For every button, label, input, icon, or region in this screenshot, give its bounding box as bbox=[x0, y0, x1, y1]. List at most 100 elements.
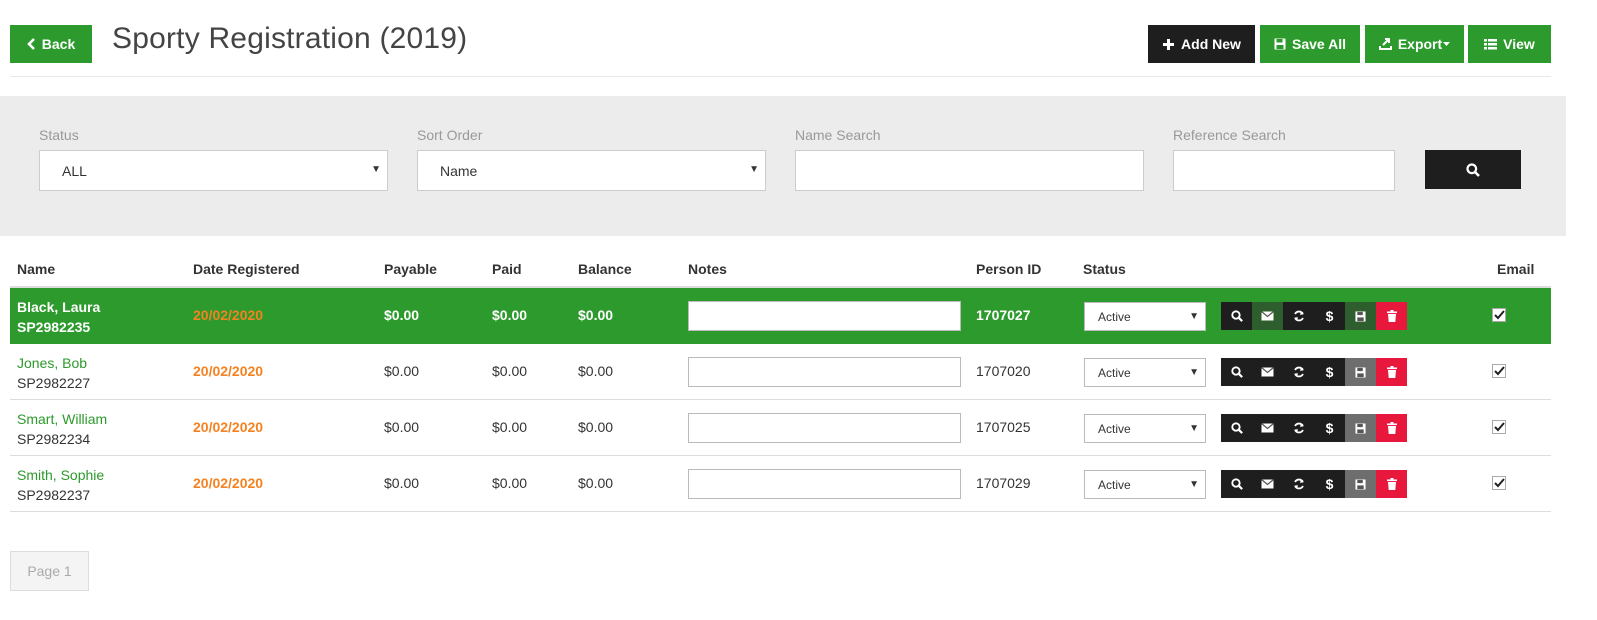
refresh-button[interactable] bbox=[1283, 358, 1314, 386]
payment-button[interactable]: $ bbox=[1314, 414, 1345, 442]
email-checkbox[interactable] bbox=[1492, 308, 1506, 322]
search-icon bbox=[1466, 162, 1480, 177]
notes-input[interactable] bbox=[688, 301, 961, 331]
status-value: Active bbox=[1098, 365, 1131, 380]
notes-input[interactable] bbox=[688, 413, 961, 443]
sort-order-select[interactable]: Name ▼ bbox=[417, 150, 766, 191]
view-record-button[interactable] bbox=[1221, 414, 1252, 442]
name-cell: Smith, Sophie SP2982237 bbox=[17, 465, 104, 505]
export-dropdown-button[interactable]: Export bbox=[1365, 25, 1464, 63]
save-icon bbox=[1355, 478, 1366, 490]
balance-amount: $0.00 bbox=[578, 475, 614, 491]
refresh-button[interactable] bbox=[1283, 414, 1314, 442]
view-record-button[interactable] bbox=[1221, 302, 1252, 330]
search-icon bbox=[1230, 310, 1243, 322]
pagination-page-1[interactable]: Page 1 bbox=[10, 551, 89, 591]
chevron-left-icon bbox=[26, 38, 35, 50]
refresh-button[interactable] bbox=[1283, 470, 1314, 498]
save-row-button[interactable] bbox=[1345, 414, 1376, 442]
checkmark-icon bbox=[1493, 366, 1505, 376]
person-id: 1707027 bbox=[976, 307, 1031, 323]
status-filter-select[interactable]: ALL ▼ bbox=[39, 150, 388, 191]
save-row-button[interactable] bbox=[1345, 470, 1376, 498]
checkmark-icon bbox=[1493, 478, 1505, 488]
delete-row-button[interactable] bbox=[1376, 470, 1407, 498]
notes-input[interactable] bbox=[688, 357, 961, 387]
name-cell: Black, Laura SP2982235 bbox=[17, 297, 100, 337]
dollar-icon: $ bbox=[1325, 420, 1334, 436]
status-select[interactable]: Active ▼ bbox=[1084, 414, 1206, 443]
dollar-icon: $ bbox=[1325, 308, 1334, 324]
date-registered: 20/02/2020 bbox=[193, 307, 264, 323]
payable-amount: $0.00 bbox=[384, 475, 420, 491]
add-new-button[interactable]: Add New bbox=[1148, 25, 1255, 63]
payment-button[interactable]: $ bbox=[1314, 302, 1345, 330]
view-record-button[interactable] bbox=[1221, 470, 1252, 498]
export-icon bbox=[1378, 38, 1392, 50]
send-email-button[interactable] bbox=[1252, 358, 1283, 386]
search-button[interactable] bbox=[1425, 150, 1521, 189]
person-name-link[interactable]: Smith, Sophie bbox=[17, 465, 104, 485]
row-actions: $ bbox=[1221, 358, 1407, 386]
status-select[interactable]: Active ▼ bbox=[1084, 470, 1206, 499]
trash-icon bbox=[1386, 422, 1397, 434]
save-all-button[interactable]: Save All bbox=[1260, 25, 1360, 63]
column-header-status: Status bbox=[1083, 261, 1126, 277]
table-row[interactable]: Black, Laura SP2982235 20/02/2020 $0.00 … bbox=[10, 288, 1551, 344]
list-icon bbox=[1484, 39, 1498, 50]
status-value: Active bbox=[1098, 309, 1131, 324]
caret-down-icon: ▼ bbox=[1189, 479, 1199, 490]
status-select[interactable]: Active ▼ bbox=[1084, 302, 1206, 331]
status-value: Active bbox=[1098, 477, 1131, 492]
envelope-icon bbox=[1261, 367, 1274, 377]
person-id: 1707025 bbox=[976, 419, 1031, 435]
person-name-link[interactable]: Smart, William bbox=[17, 409, 107, 429]
reference-search-input[interactable] bbox=[1173, 150, 1395, 191]
email-checkbox[interactable] bbox=[1492, 364, 1506, 378]
delete-row-button[interactable] bbox=[1376, 414, 1407, 442]
payment-button[interactable]: $ bbox=[1314, 470, 1345, 498]
delete-row-button[interactable] bbox=[1376, 302, 1407, 330]
pagination-label: Page 1 bbox=[27, 563, 72, 579]
table-row[interactable]: Smart, William SP2982234 20/02/2020 $0.0… bbox=[10, 400, 1551, 456]
envelope-icon bbox=[1261, 311, 1274, 321]
back-button[interactable]: Back bbox=[10, 25, 92, 63]
refresh-button[interactable] bbox=[1283, 302, 1314, 330]
send-email-button[interactable] bbox=[1252, 302, 1283, 330]
plus-icon bbox=[1163, 38, 1175, 50]
refresh-icon bbox=[1293, 422, 1304, 434]
view-record-button[interactable] bbox=[1221, 358, 1252, 386]
trash-icon bbox=[1386, 310, 1397, 322]
table-row[interactable]: Jones, Bob SP2982227 20/02/2020 $0.00 $0… bbox=[10, 344, 1551, 400]
view-button[interactable]: View bbox=[1468, 25, 1551, 63]
add-new-label: Add New bbox=[1181, 36, 1241, 52]
save-row-button[interactable] bbox=[1345, 302, 1376, 330]
refresh-icon bbox=[1293, 310, 1304, 322]
payment-button[interactable]: $ bbox=[1314, 358, 1345, 386]
envelope-icon bbox=[1261, 479, 1274, 489]
send-email-button[interactable] bbox=[1252, 470, 1283, 498]
table-row[interactable]: Smith, Sophie SP2982237 20/02/2020 $0.00… bbox=[10, 456, 1551, 512]
refresh-icon bbox=[1293, 366, 1304, 378]
delete-row-button[interactable] bbox=[1376, 358, 1407, 386]
reference-number: SP2982235 bbox=[17, 319, 91, 335]
notes-input[interactable] bbox=[688, 469, 961, 499]
balance-amount: $0.00 bbox=[578, 363, 614, 379]
email-checkbox[interactable] bbox=[1492, 476, 1506, 490]
reference-search-label: Reference Search bbox=[1173, 127, 1286, 143]
column-header-name: Name bbox=[17, 261, 56, 277]
status-filter-label: Status bbox=[39, 127, 79, 143]
payable-amount: $0.00 bbox=[384, 419, 420, 435]
row-actions: $ bbox=[1221, 470, 1407, 498]
email-checkbox[interactable] bbox=[1492, 420, 1506, 434]
person-name-link[interactable]: Jones, Bob bbox=[17, 353, 90, 373]
send-email-button[interactable] bbox=[1252, 414, 1283, 442]
back-button-label: Back bbox=[41, 36, 76, 52]
name-search-input[interactable] bbox=[795, 150, 1144, 191]
person-name-link[interactable]: Black, Laura bbox=[17, 297, 100, 317]
status-select[interactable]: Active ▼ bbox=[1084, 358, 1206, 387]
save-row-button[interactable] bbox=[1345, 358, 1376, 386]
row-actions: $ bbox=[1221, 302, 1407, 330]
sort-order-label: Sort Order bbox=[417, 127, 483, 143]
sort-order-value: Name bbox=[440, 162, 478, 179]
